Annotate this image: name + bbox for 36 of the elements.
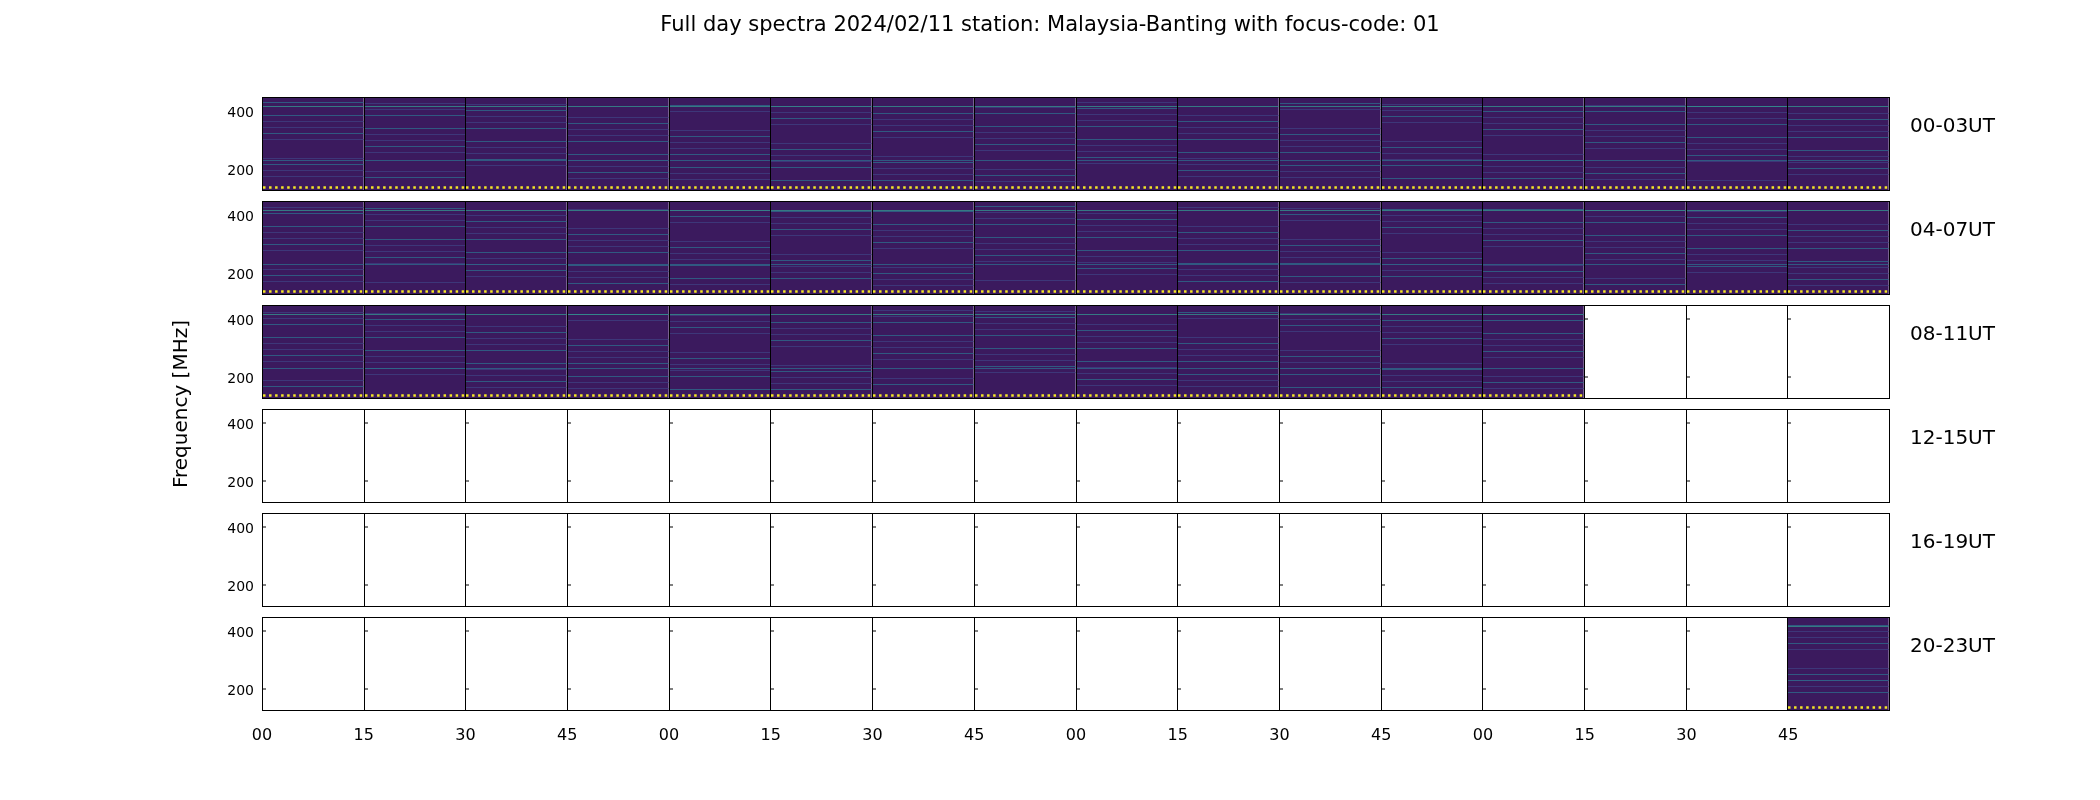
tick-label: 400 [227, 208, 254, 224]
tick-label: 30 [1269, 725, 1290, 744]
tick-label: 15 [760, 725, 781, 744]
row-label: 12-15UT [1909, 424, 1996, 451]
tick-label: 45 [964, 725, 985, 744]
tick-label: 400 [227, 312, 254, 328]
row-label: 08-11UT [1909, 320, 1996, 347]
tick-label: 15 [1574, 725, 1595, 744]
row-label: 16-19UT [1909, 528, 1996, 555]
tick-label: 30 [1676, 725, 1697, 744]
tick-label: 400 [227, 104, 254, 120]
tick-label: 45 [1778, 725, 1799, 744]
row-label: 00-03UT [1909, 112, 1996, 139]
tick-label: 45 [557, 725, 578, 744]
row-label: 20-23UT [1909, 632, 1996, 659]
tick-label: 200 [227, 578, 254, 594]
tick-label: 200 [227, 266, 254, 282]
axis-label: Frequency [MHz] [168, 319, 192, 489]
tick-label: 00 [1065, 725, 1087, 744]
tick-label: 200 [227, 474, 254, 490]
tick-label: 200 [227, 682, 254, 698]
tick-label: 400 [227, 520, 254, 536]
tick-label: 45 [1371, 725, 1392, 744]
tick-label: 200 [227, 162, 254, 178]
tick-label: 00 [1472, 725, 1494, 744]
tick-label: 15 [353, 725, 374, 744]
tick-label: 00 [658, 725, 680, 744]
tick-label: 400 [227, 416, 254, 432]
tick-label: 200 [227, 370, 254, 386]
tick-label: 400 [227, 624, 254, 640]
tick-label: 30 [455, 725, 476, 744]
row-label: 04-07UT [1909, 216, 1996, 243]
tick-label: 30 [862, 725, 883, 744]
tick-label: 00 [251, 725, 273, 744]
tick-label: 15 [1167, 725, 1188, 744]
chart-title: Full day spectra 2024/02/11 station: Malaysia-Banting with focus-code: 01 [659, 11, 1441, 36]
